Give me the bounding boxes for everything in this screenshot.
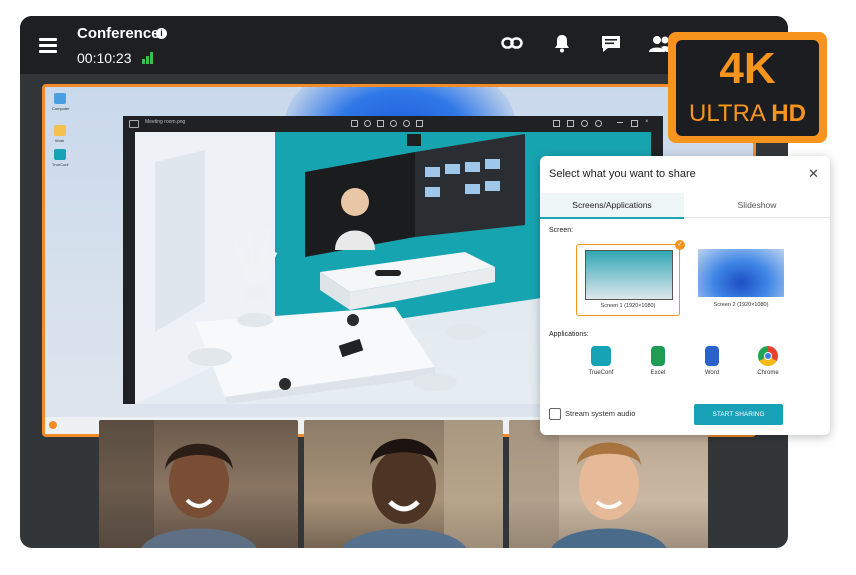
app-excel[interactable]: Excel: [638, 346, 678, 376]
bell-icon[interactable]: [553, 33, 571, 53]
screen-1-label: Screen 1 (1920×1080): [600, 303, 656, 309]
stream-audio-checkbox[interactable]: [549, 408, 561, 420]
app-chrome-label: Chrome: [757, 370, 779, 376]
tab-screens-applications[interactable]: Screens/Applications: [540, 193, 684, 219]
viewer-title: Meeting room.png: [145, 119, 186, 125]
share-dialog: Select what you want to share ✕ Screens/…: [540, 156, 830, 435]
badge-4k-text: 4K: [719, 44, 776, 93]
viewer-toolbar: [351, 120, 437, 127]
badge-ultra-hd-text: ULTRA HD: [676, 100, 819, 128]
start-sharing-button[interactable]: START SHARING: [694, 404, 783, 425]
trueconf-icon: [591, 346, 611, 366]
viewer-app-icon: [129, 120, 139, 128]
4k-ultra-hd-badge: 4K ULTRA HD: [668, 32, 827, 143]
selected-check-icon: ✓: [675, 240, 685, 250]
screen-2-thumbnail: [698, 249, 784, 297]
app-word[interactable]: Word: [692, 346, 732, 376]
viewer-window-controls[interactable]: ×: [553, 119, 653, 127]
badge-ultra-text: ULTRA: [689, 100, 772, 127]
desktop-label-work: Work: [55, 138, 65, 143]
screen-1-thumbnail: [585, 250, 673, 300]
participant-video-1[interactable]: [99, 420, 298, 548]
screen-1-option[interactable]: Screen 1 (1920×1080): [576, 244, 680, 316]
desktop-label-trueconf: TrueConf: [52, 162, 69, 167]
menu-icon[interactable]: [20, 16, 76, 74]
applications-section-label: Applications:: [549, 331, 589, 338]
app-chrome[interactable]: Chrome: [748, 346, 788, 376]
participant-video-3[interactable]: [509, 420, 708, 548]
app-word-label: Word: [704, 370, 720, 376]
chrome-icon: [758, 346, 778, 366]
info-icon[interactable]: i: [156, 28, 167, 39]
call-timer: 00:10:23: [77, 50, 132, 66]
close-icon[interactable]: ✕: [808, 166, 819, 182]
screen-section-label: Screen:: [549, 227, 574, 234]
trueconf-desktop-icon[interactable]: [54, 149, 66, 160]
app-excel-label: Excel: [650, 370, 666, 376]
conference-title: Conference: [77, 25, 160, 42]
badge-hd-text: HD: [771, 100, 806, 127]
participant-video-2[interactable]: [304, 420, 503, 548]
app-trueconf[interactable]: TrueConf: [581, 346, 621, 376]
app-trueconf-label: TrueConf: [588, 370, 614, 376]
word-icon: [705, 346, 719, 366]
screen-2-label: Screen 2 (1920×1080): [713, 302, 769, 308]
tab-slideshow[interactable]: Slideshow: [684, 193, 830, 218]
link-icon[interactable]: [501, 35, 523, 51]
excel-icon: [651, 346, 665, 366]
computer-icon[interactable]: [54, 93, 66, 104]
desktop-label-computer: Computer: [52, 106, 70, 111]
start-icon[interactable]: [49, 421, 57, 429]
chat-icon[interactable]: [600, 34, 622, 54]
folder-icon[interactable]: [54, 125, 66, 136]
dialog-title: Select what you want to share: [549, 168, 696, 180]
screen-2-option[interactable]: Screen 2 (1920×1080): [690, 244, 792, 314]
stream-audio-label: Stream system audio: [565, 409, 636, 418]
signal-icon: [142, 52, 156, 64]
